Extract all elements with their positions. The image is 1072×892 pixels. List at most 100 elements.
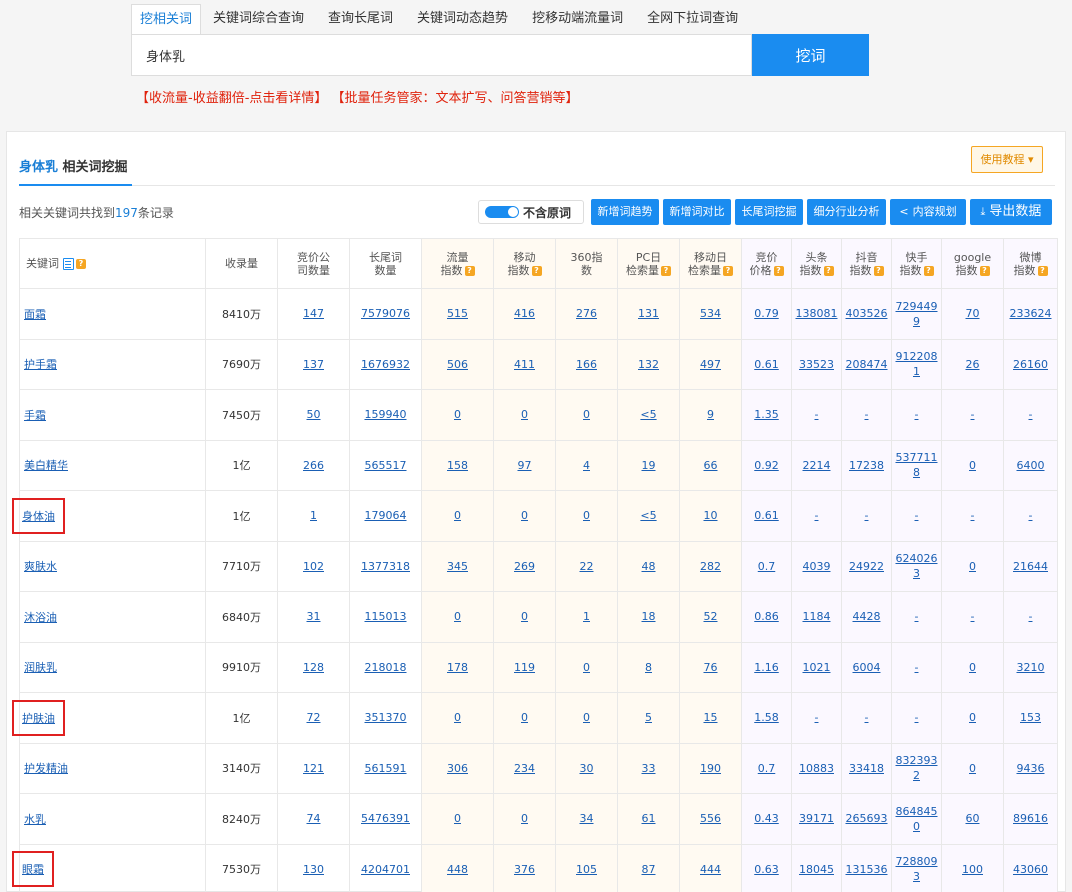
keyword-link[interactable]: 手霜	[24, 409, 46, 422]
metric-link[interactable]: 0	[454, 408, 461, 421]
metric-link[interactable]: 159940	[365, 408, 407, 421]
metric-link[interactable]: 5377118	[896, 450, 938, 480]
tab-5[interactable]: 全网下拉词查询	[635, 4, 750, 35]
long-tail-dig-button[interactable]: 长尾词挖掘	[735, 199, 803, 225]
metric-link[interactable]: 131	[638, 307, 659, 320]
metric-link[interactable]: 0	[969, 661, 976, 674]
metric-link[interactable]: 208474	[846, 358, 888, 371]
metric-link[interactable]: -	[815, 408, 819, 421]
metric-link[interactable]: 0	[521, 610, 528, 623]
metric-link[interactable]: 1676932	[361, 358, 410, 371]
metric-link[interactable]: <5	[640, 509, 656, 522]
keyword-link[interactable]: 沐浴油	[24, 611, 57, 624]
metric-link[interactable]: 70	[966, 307, 980, 320]
metric-link[interactable]: 1184	[803, 610, 831, 623]
metric-link[interactable]: -	[915, 610, 919, 623]
toggle-switch[interactable]	[485, 206, 519, 218]
metric-link[interactable]: 31	[307, 610, 321, 623]
metric-link[interactable]: 76	[704, 661, 718, 674]
metric-link[interactable]: 8323932	[896, 753, 938, 783]
metric-link[interactable]: 60	[966, 812, 980, 825]
metric-link[interactable]: 158	[447, 459, 468, 472]
help-icon[interactable]: ?	[923, 265, 934, 276]
metric-link[interactable]: 506	[447, 358, 468, 371]
metric-link[interactable]: 0	[521, 509, 528, 522]
metric-link[interactable]: 416	[514, 307, 535, 320]
metric-link[interactable]: 130	[303, 863, 324, 876]
metric-link[interactable]: 1.35	[754, 408, 779, 421]
metric-link[interactable]: -	[865, 711, 869, 724]
metric-link[interactable]: -	[971, 509, 975, 522]
metric-link[interactable]: 30	[580, 762, 594, 775]
metric-link[interactable]: 7294499	[896, 299, 938, 329]
metric-link[interactable]: 4204701	[361, 863, 410, 876]
metric-link[interactable]: 102	[303, 560, 324, 573]
metric-link[interactable]: 1	[583, 610, 590, 623]
metric-link[interactable]: 1	[310, 509, 317, 522]
metric-link[interactable]: 0	[521, 408, 528, 421]
metric-link[interactable]: 0	[521, 711, 528, 724]
metric-link[interactable]: 0	[583, 408, 590, 421]
metric-link[interactable]: 89616	[1013, 812, 1048, 825]
help-icon[interactable]: ?	[979, 265, 990, 276]
metric-link[interactable]: 0	[454, 711, 461, 724]
metric-link[interactable]: 0.63	[754, 863, 779, 876]
copy-list-icon[interactable]	[63, 258, 74, 270]
metric-link[interactable]: 137	[303, 358, 324, 371]
metric-link[interactable]: -	[1029, 408, 1033, 421]
metric-link[interactable]: 561591	[365, 762, 407, 775]
metric-link[interactable]: 131536	[846, 863, 888, 876]
metric-link[interactable]: 121	[303, 762, 324, 775]
metric-link[interactable]: 119	[514, 661, 535, 674]
help-icon[interactable]: ?	[76, 259, 86, 269]
help-icon[interactable]: ?	[773, 265, 784, 276]
metric-link[interactable]: 0	[521, 812, 528, 825]
metric-link[interactable]: 190	[700, 762, 721, 775]
metric-link[interactable]: -	[1029, 610, 1033, 623]
tab-2[interactable]: 查询长尾词	[316, 4, 405, 35]
metric-link[interactable]: 8648450	[896, 804, 938, 834]
metric-link[interactable]: 0.43	[754, 812, 779, 825]
metric-link[interactable]: 0.61	[754, 509, 779, 522]
metric-link[interactable]: 0	[454, 509, 461, 522]
metric-link[interactable]: 7579076	[361, 307, 410, 320]
keyword-link[interactable]: 润肤乳	[24, 661, 57, 674]
metric-link[interactable]: 0	[969, 762, 976, 775]
metric-link[interactable]: -	[865, 408, 869, 421]
tab-0[interactable]: 挖相关词	[131, 4, 202, 35]
metric-link[interactable]: 9	[707, 408, 714, 421]
new-word-compare-button[interactable]: 新增词对比	[663, 199, 731, 225]
metric-link[interactable]: -	[815, 711, 819, 724]
metric-link[interactable]: 0	[454, 610, 461, 623]
metric-link[interactable]: 0	[583, 661, 590, 674]
metric-link[interactable]: 66	[704, 459, 718, 472]
metric-link[interactable]: 97	[518, 459, 532, 472]
metric-link[interactable]: -	[915, 661, 919, 674]
keyword-link[interactable]: 护手霜	[24, 358, 57, 371]
metric-link[interactable]: 0	[583, 509, 590, 522]
metric-link[interactable]: 565517	[365, 459, 407, 472]
metric-link[interactable]: 9436	[1017, 762, 1045, 775]
metric-link[interactable]: 22	[580, 560, 594, 573]
tab-3[interactable]: 关键词动态趋势	[405, 4, 520, 35]
keyword-link[interactable]: 面霜	[24, 308, 46, 321]
keyword-link[interactable]: 护发精油	[24, 762, 68, 775]
metric-link[interactable]: 26	[966, 358, 980, 371]
metric-link[interactable]: 18	[642, 610, 656, 623]
keyword-link[interactable]: 护肤油	[22, 712, 55, 725]
keyword-link[interactable]: 身体油	[22, 510, 55, 523]
metric-link[interactable]: 33418	[849, 762, 884, 775]
metric-link[interactable]: 147	[303, 307, 324, 320]
metric-link[interactable]: 87	[642, 863, 656, 876]
metric-link[interactable]: -	[971, 610, 975, 623]
metric-link[interactable]: 1021	[803, 661, 831, 674]
new-word-trend-button[interactable]: 新增词趋势	[591, 199, 659, 225]
metric-link[interactable]: 166	[576, 358, 597, 371]
metric-link[interactable]: -	[815, 509, 819, 522]
help-icon[interactable]: ?	[661, 265, 671, 276]
metric-link[interactable]: 39171	[799, 812, 834, 825]
metric-link[interactable]: 2214	[803, 459, 831, 472]
metric-link[interactable]: 138081	[796, 307, 838, 320]
metric-link[interactable]: 34	[580, 812, 594, 825]
exclude-original-toggle[interactable]: 不含原词	[478, 200, 584, 224]
